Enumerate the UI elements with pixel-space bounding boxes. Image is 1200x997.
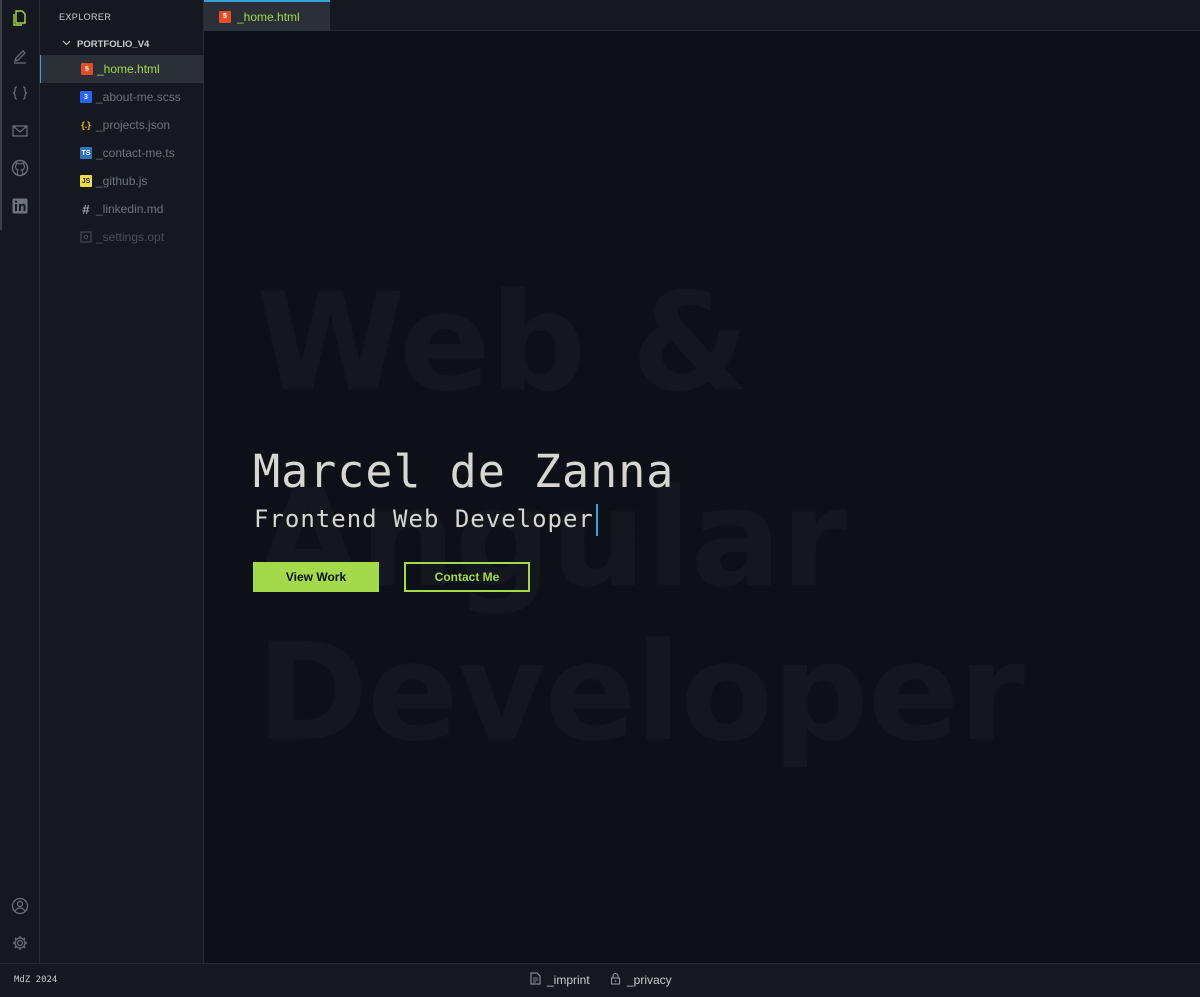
view-work-button[interactable]: View Work [253,562,379,592]
files-icon[interactable] [10,8,30,28]
contact-me-button[interactable]: Contact Me [404,562,530,592]
file-projects-json[interactable]: {.} _projects.json [40,111,204,139]
explorer-sidebar: EXPLORER PORTFOLIO_V4 5 _home.html 3 _ab… [40,0,204,963]
file-label: _settings.opt [96,230,165,244]
lock-icon [610,972,621,988]
html5-icon: 5 [81,63,93,75]
file-label: _home.html [97,62,160,76]
imprint-link[interactable]: _imprint [530,972,590,988]
typing-cursor [596,504,598,536]
file-about-me-scss[interactable]: 3 _about-me.scss [40,83,204,111]
file-label: _github.js [96,174,148,188]
privacy-link[interactable]: _privacy [610,972,672,988]
file-github-js[interactable]: JS _github.js [40,167,204,195]
imprint-label: _imprint [547,973,590,987]
gear-icon[interactable] [10,933,30,953]
javascript-icon: JS [80,175,92,187]
chevron-down-icon [62,38,71,50]
file-contact-me-ts[interactable]: TS _contact-me.ts [40,139,204,167]
file-label: _contact-me.ts [96,146,175,160]
tab-home-html[interactable]: 5 _home.html [204,0,330,31]
copyright-text: MdZ 2024 [14,975,58,985]
linkedin-icon[interactable] [10,196,30,216]
activity-bar [0,0,40,963]
background-word-3: Developer [256,614,1025,771]
status-bar: MdZ 2024 _imprint _privacy [0,963,1200,997]
json-icon: {.} [81,120,91,130]
hero-role: Frontend Web Developer [254,505,594,533]
braces-icon[interactable] [10,83,30,103]
hero-name: Marcel de Zanna [253,445,675,498]
privacy-label: _privacy [627,973,672,987]
file-label: _linkedin.md [96,202,164,216]
file-home-html[interactable]: 5 _home.html [40,55,204,83]
settings-file-icon [80,231,92,243]
html5-icon: 5 [219,10,231,23]
css3-icon: 3 [80,91,92,103]
tab-label: _home.html [237,9,300,24]
document-icon [530,972,541,988]
github-icon[interactable] [10,158,30,178]
hash-icon: # [82,201,90,217]
mail-icon[interactable] [10,121,30,141]
background-word-1: Web & [256,264,749,421]
file-label: _about-me.scss [96,90,181,104]
activity-bar-indicator [0,0,2,230]
account-icon[interactable] [10,896,30,916]
file-settings-opt[interactable]: _settings.opt [40,223,204,251]
folder-label: PORTFOLIO_V4 [77,38,150,50]
file-linkedin-md[interactable]: # _linkedin.md [40,195,204,223]
explorer-title: EXPLORER [59,12,112,22]
tab-bar: 5 _home.html [204,0,1200,31]
folder-portfolio[interactable]: PORTFOLIO_V4 [62,38,149,50]
file-label: _projects.json [96,118,171,132]
pencil-icon[interactable] [10,46,30,66]
editor-main: Web & Angular Developer Marcel de Zanna … [204,31,1200,963]
typescript-icon: TS [80,147,92,159]
